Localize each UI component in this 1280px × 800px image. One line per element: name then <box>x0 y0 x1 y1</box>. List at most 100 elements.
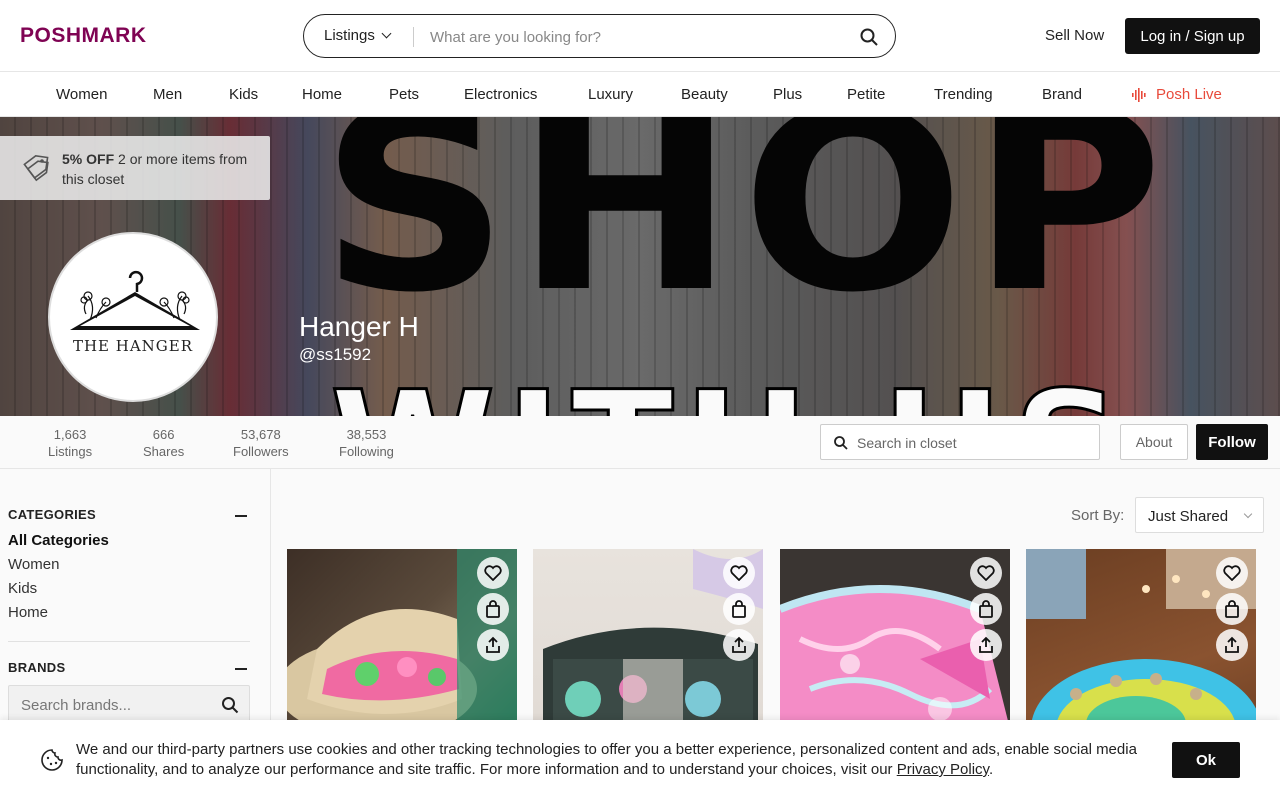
stat-shares-label: Shares <box>143 444 185 459</box>
follow-button[interactable]: Follow <box>1196 424 1268 460</box>
shopping-bag-icon <box>732 600 746 618</box>
stat-listings-value: 1,663 <box>53 427 87 442</box>
sidebar-divider <box>8 641 250 642</box>
stat-listings-label: Listings <box>48 444 93 459</box>
stat-following-label: Following <box>339 444 394 459</box>
search-scope-dropdown[interactable]: Listings <box>324 27 392 44</box>
global-search: Listings <box>303 14 896 58</box>
price-tag-icon <box>23 155 49 182</box>
like-button[interactable] <box>970 557 1002 589</box>
category-women[interactable]: Women <box>8 556 59 573</box>
search-icon[interactable] <box>859 27 879 47</box>
shopping-bag-icon <box>979 600 993 618</box>
share-button[interactable] <box>477 629 509 661</box>
nav-item-luxury[interactable]: Luxury <box>588 86 633 103</box>
closet-avatar[interactable]: THE HANGER <box>48 232 218 402</box>
bundle-discount-banner: 5% OFF 2 or more items from this closet <box>0 136 270 200</box>
cookie-end: . <box>988 761 994 778</box>
nav-item-posh-live[interactable]: Posh Live <box>1132 86 1222 103</box>
avatar-brand-text: THE HANGER <box>72 337 194 355</box>
category-kids[interactable]: Kids <box>8 580 37 597</box>
nav-item-men[interactable]: Men <box>153 86 182 103</box>
brands-heading: BRANDS <box>8 660 66 675</box>
cookie-icon <box>41 749 63 771</box>
sort-value: Just Shared <box>1148 508 1229 525</box>
share-icon <box>732 636 746 653</box>
cookie-ok-button[interactable]: Ok <box>1172 742 1240 778</box>
sell-now-link[interactable]: Sell Now <box>1045 27 1104 44</box>
closet-owner-name: Hanger H <box>299 311 419 342</box>
promo-text: 5% OFF 2 or more items from this closet <box>62 149 262 189</box>
nav-item-pets[interactable]: Pets <box>389 86 419 103</box>
live-bars-icon <box>1132 87 1146 102</box>
buy-button[interactable] <box>723 593 755 625</box>
buy-button[interactable] <box>1216 593 1248 625</box>
share-button[interactable] <box>970 629 1002 661</box>
poshmark-logo[interactable]: POSHMARK <box>20 24 147 48</box>
shopping-bag-icon <box>1225 600 1239 618</box>
stat-following-value: 38,553 <box>346 427 387 442</box>
stat-followers[interactable]: 53,678 Followers <box>233 426 289 460</box>
search-icon[interactable] <box>221 696 239 714</box>
promo-discount: 5% OFF <box>62 151 115 167</box>
nav-item-electronics[interactable]: Electronics <box>464 86 537 103</box>
buy-button[interactable] <box>970 593 1002 625</box>
stat-listings[interactable]: 1,663 Listings <box>48 426 92 460</box>
nav-item-home[interactable]: Home <box>302 86 342 103</box>
buy-button[interactable] <box>477 593 509 625</box>
category-all[interactable]: All Categories <box>8 532 109 549</box>
category-home[interactable]: Home <box>8 604 48 621</box>
share-icon <box>979 636 993 653</box>
hanger-logo-icon <box>70 270 200 330</box>
stat-following[interactable]: 38,553 Following <box>339 426 394 460</box>
closet-search <box>820 424 1100 460</box>
nav-item-plus[interactable]: Plus <box>773 86 802 103</box>
collapse-categories-icon[interactable] <box>235 515 247 517</box>
search-input[interactable] <box>430 25 830 49</box>
heart-icon <box>1223 565 1241 581</box>
sort-dropdown[interactable]: Just Shared <box>1135 497 1264 533</box>
search-divider <box>413 27 414 47</box>
nav-item-women[interactable]: Women <box>56 86 107 103</box>
chevron-down-icon <box>1243 509 1253 519</box>
stat-followers-label: Followers <box>233 444 289 459</box>
about-button[interactable]: About <box>1120 424 1188 460</box>
closet-owner-handle[interactable]: @ss1592 <box>299 345 371 365</box>
share-button[interactable] <box>1216 629 1248 661</box>
categories-heading: CATEGORIES <box>8 507 96 522</box>
nav-item-kids[interactable]: Kids <box>229 86 258 103</box>
sort-label: Sort By: <box>1071 507 1125 524</box>
share-icon <box>1225 636 1239 653</box>
stat-shares[interactable]: 666 Shares <box>143 426 184 460</box>
closet-stats-bar: 1,663 Listings 666 Shares 53,678 Followe… <box>0 416 1280 469</box>
cookie-text: We and our third-party partners use cook… <box>76 740 1148 780</box>
brand-search <box>8 685 250 723</box>
like-button[interactable] <box>723 557 755 589</box>
like-button[interactable] <box>1216 557 1248 589</box>
search-icon <box>834 436 848 450</box>
banner-shop-graphic: SHOP <box>320 117 1170 347</box>
category-nav: Women Men Kids Home Pets Electronics Lux… <box>0 73 1280 117</box>
like-button[interactable] <box>477 557 509 589</box>
nav-item-beauty[interactable]: Beauty <box>681 86 728 103</box>
collapse-brands-icon[interactable] <box>235 668 247 670</box>
closet-search-input[interactable] <box>857 433 1087 453</box>
site-header: POSHMARK Listings Sell Now Log in / Sign… <box>0 0 1280 72</box>
heart-icon <box>484 565 502 581</box>
cookie-consent-bar: We and our third-party partners use cook… <box>0 720 1280 800</box>
shopping-bag-icon <box>486 600 500 618</box>
nav-item-petite[interactable]: Petite <box>847 86 885 103</box>
chevron-down-icon <box>381 28 392 39</box>
heart-icon <box>730 565 748 581</box>
stat-followers-value: 53,678 <box>240 427 281 442</box>
banner-with-us-graphic: WITH US <box>328 371 1131 417</box>
search-scope-label: Listings <box>324 27 375 44</box>
login-signup-button[interactable]: Log in / Sign up <box>1125 18 1260 54</box>
brand-search-input[interactable] <box>21 695 211 715</box>
nav-item-trending[interactable]: Trending <box>934 86 993 103</box>
privacy-policy-link[interactable]: Privacy Policy <box>897 761 989 778</box>
nav-item-brand[interactable]: Brand <box>1042 86 1082 103</box>
heart-icon <box>977 565 995 581</box>
stat-shares-value: 666 <box>152 427 175 442</box>
share-button[interactable] <box>723 629 755 661</box>
